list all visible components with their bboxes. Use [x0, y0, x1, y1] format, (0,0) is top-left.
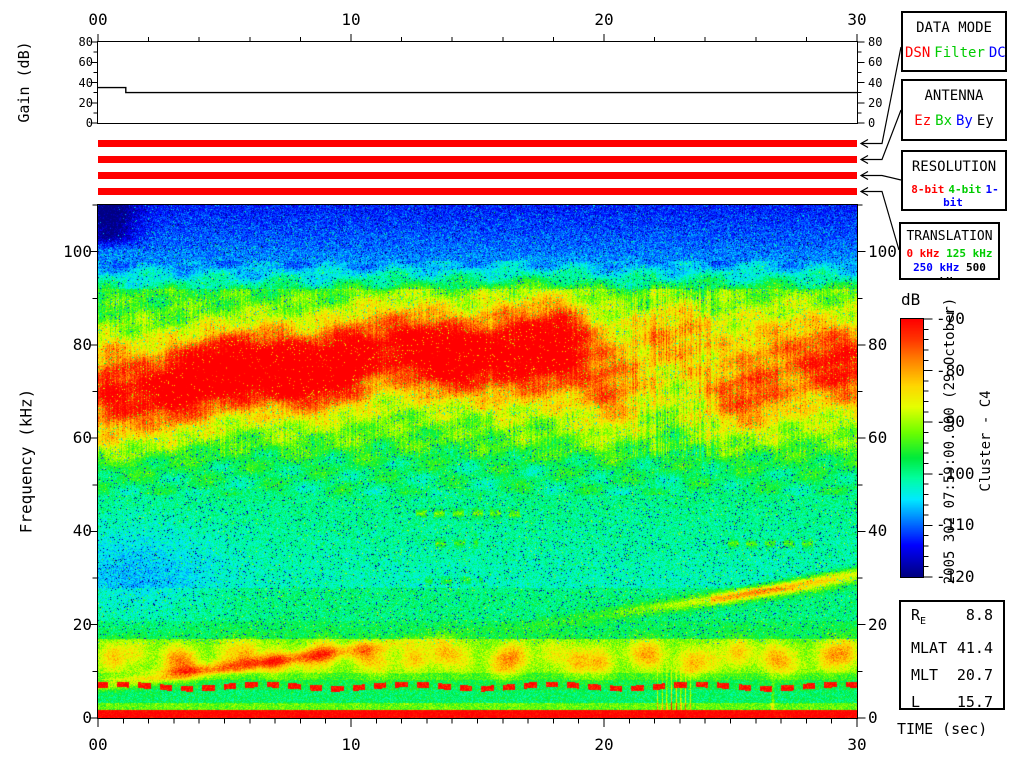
legend-item-ey: Ey — [976, 113, 994, 129]
info-label: MLT — [911, 666, 939, 684]
translation-row: 250 kHz 500 kHz — [901, 261, 998, 278]
frequency-axis-title: Frequency (kHz) — [16, 388, 36, 534]
info-value: 20.7 — [956, 666, 993, 684]
info-row-mlt: MLT 20.7 — [901, 662, 1003, 689]
info-row-mlat: MLAT 41.4 — [901, 635, 1003, 662]
legend-item-by: By — [956, 113, 973, 129]
gain-ytick-label-right: 60 — [868, 55, 883, 70]
antenna-title: ANTENNA — [924, 88, 984, 104]
gain-ytick-label: 20 — [78, 95, 93, 110]
gain-ytick-label-right: 80 — [868, 35, 883, 49]
data-mode-title: DATA MODE — [916, 20, 992, 36]
legend-item-250-khz: 250 kHz — [913, 261, 960, 274]
legend-item-dsn: DSN — [905, 45, 931, 61]
colorbar-tick-label: -90 — [936, 412, 965, 432]
translation-row: 0 kHz 125 kHz — [901, 247, 998, 261]
time-axis-title: TIME (sec) — [897, 720, 988, 738]
time-tick-label: 00 — [88, 735, 108, 754]
legend-item-ez: Ez — [914, 113, 932, 129]
gain-xtick-label: 10 — [341, 10, 361, 29]
time-tick-label: 20 — [594, 735, 614, 754]
colorbar-tick-label: -110 — [936, 515, 975, 535]
timestamp-label: 2005 302 07:59:00.000 (29 October) — [942, 297, 958, 585]
info-row-l: L 15.7 — [901, 689, 1003, 716]
data-mode-box: DATA MODE DSN Filter DC — [901, 11, 1007, 72]
freq-tick-label: 0 — [82, 708, 92, 727]
legend-item-0-khz: 0 kHz — [906, 247, 940, 260]
freq-tick-label-right: 0 — [868, 708, 878, 727]
resolution-box: RESOLUTION 8-bit 4-bit 1-bit — [901, 150, 1007, 211]
gain-ytick-label: 40 — [78, 75, 93, 90]
legend-item-dc: DC — [988, 45, 1006, 61]
translation-box: TRANSLATION 0 kHz 125 kHz250 kHz 500 kHz — [899, 222, 1000, 280]
data-mode-values: DSN Filter DC — [903, 45, 1005, 61]
colorbar-tick-label: -120 — [936, 567, 975, 586]
info-row-r: RE 8.8 — [901, 602, 1003, 635]
freq-tick-label: 80 — [72, 334, 92, 354]
freq-tick-label-right: 20 — [868, 614, 888, 634]
freq-tick-label-right: 80 — [868, 334, 888, 354]
gain-ytick-label: 80 — [78, 35, 93, 49]
translation-values: 0 kHz 125 kHz250 kHz 500 kHz — [901, 247, 998, 278]
info-value: 41.4 — [956, 639, 993, 657]
time-tick-label: 30 — [847, 735, 867, 754]
gain-ytick-label-right: 40 — [868, 75, 883, 90]
info-label: RE — [911, 606, 927, 627]
gain-ytick-label: 60 — [78, 55, 93, 70]
freq-tick-label-right: 40 — [868, 521, 888, 541]
time-tick-label: 10 — [341, 735, 361, 754]
legend-item-125-khz: 125 kHz — [939, 247, 993, 260]
gain-ytick-label-right: 0 — [868, 116, 876, 130]
colorbar-tick-label: -70 — [936, 309, 965, 328]
freq-tick-label: 20 — [72, 614, 92, 634]
resolution-values: 8-bit 4-bit 1-bit — [903, 183, 1005, 209]
freq-tick-label-right: 60 — [868, 428, 888, 448]
spacecraft-label: Cluster - C4 — [978, 390, 994, 492]
gain-axis-title: Gain (dB) — [15, 41, 33, 123]
legend-item-4-bit: 4-bit — [948, 183, 982, 196]
gain-xtick-label: 00 — [88, 10, 108, 29]
info-label: MLAT — [911, 639, 948, 657]
wbd-spectrogram-page: { "gain_panel": { "ylabel": "Gain (dB)",… — [0, 0, 1024, 768]
gain-xtick-label: 20 — [594, 10, 614, 29]
freq-tick-label: 100 — [63, 241, 92, 261]
freq-tick-label: 60 — [72, 428, 92, 448]
antenna-values: Ez Bx By Ey — [903, 113, 1005, 129]
info-value: 15.7 — [956, 693, 993, 711]
legend-item-8-bit: 8-bit — [911, 183, 945, 196]
translation-title: TRANSLATION — [906, 229, 993, 244]
colorbar-tick-label: -80 — [936, 360, 965, 380]
ephemeris-info-box: RE 8.8 MLAT 41.4 MLT 20.7 L 15.7 — [899, 600, 1005, 711]
freq-tick-label-right: 100 — [868, 241, 897, 261]
gain-ytick-label: 0 — [85, 116, 93, 130]
info-label: L — [911, 693, 921, 711]
colorbar-title: dB — [901, 290, 921, 309]
freq-tick-label: 40 — [72, 521, 92, 541]
legend-item-filter: Filter — [934, 45, 985, 61]
gain-xtick-label: 30 — [847, 10, 867, 29]
colorbar-tick-label: -100 — [936, 463, 975, 483]
resolution-title: RESOLUTION — [911, 159, 997, 175]
info-value: 8.8 — [965, 606, 993, 624]
legend-item-bx: Bx — [935, 113, 952, 129]
antenna-box: ANTENNA Ez Bx By Ey — [901, 79, 1007, 141]
gain-ytick-label-right: 20 — [868, 95, 883, 110]
